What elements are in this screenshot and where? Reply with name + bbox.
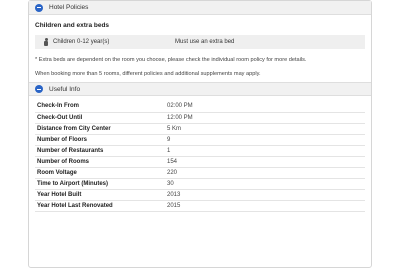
info-row: Check-In From 02:00 PM (35, 101, 365, 113)
info-label: Check-In From (35, 101, 167, 113)
hotel-policies-header[interactable]: Hotel Policies (29, 1, 371, 15)
info-row: Check-Out Until 12:00 PM (35, 112, 365, 124)
info-value: 30 (167, 178, 365, 190)
info-label: Number of Rooms (35, 156, 167, 168)
info-value: 1 (167, 145, 365, 157)
info-label: Check-Out Until (35, 112, 167, 124)
multi-room-note: When booking more than 5 rooms, differen… (35, 71, 261, 77)
minus-circle-icon[interactable] (35, 3, 43, 12)
policies-panel: Hotel Policies Children and extra beds C… (28, 0, 372, 268)
children-policy-row: Children 0-12 year(s) Must use an extra … (35, 35, 365, 49)
info-value: 12:00 PM (167, 112, 365, 124)
children-beds-subheading: Children and extra beds (35, 22, 110, 29)
info-row: Number of Rooms 154 (35, 156, 365, 168)
info-row: Year Hotel Last Renovated 2015 (35, 200, 365, 212)
hotel-policies-title: Hotel Policies (49, 4, 89, 11)
info-label: Time to Airport (Minutes) (35, 178, 167, 190)
children-age-label: Children 0-12 year(s) (53, 39, 110, 45)
info-value: 5 Km (167, 123, 365, 135)
info-row: Time to Airport (Minutes) 30 (35, 178, 365, 190)
info-row: Year Hotel Built 2013 (35, 189, 365, 201)
useful-info-title: Useful Info (49, 85, 81, 93)
info-value: 154 (167, 156, 365, 168)
child-icon (43, 37, 49, 47)
info-value: 02:00 PM (167, 101, 365, 113)
info-label: Year Hotel Built (35, 189, 167, 201)
info-label: Number of Floors (35, 134, 167, 146)
info-label: Number of Restaurants (35, 145, 167, 157)
children-policy-value: Must use an extra bed (175, 39, 235, 45)
info-row: Room Voltage 220 (35, 167, 365, 179)
info-row: Number of Floors 9 (35, 134, 365, 146)
info-label: Room Voltage (35, 167, 167, 179)
info-label: Distance from City Center (35, 123, 167, 135)
info-label: Year Hotel Last Renovated (35, 200, 167, 212)
info-value: 2015 (167, 200, 365, 212)
useful-info-table: Check-In From 02:00 PM Check-Out Until 12:0… (35, 101, 365, 212)
info-row: Distance from City Center 5 Km (35, 123, 365, 135)
info-value: 220 (167, 167, 365, 179)
extra-beds-note: * Extra beds are dependent on the room y… (35, 57, 307, 63)
useful-info-header[interactable]: Useful Info (29, 82, 371, 96)
info-value: 2013 (167, 189, 365, 201)
info-row: Number of Restaurants 1 (35, 145, 365, 157)
minus-circle-icon[interactable] (35, 85, 43, 93)
hotel-policies-section: Children and extra beds Children 0-12 ye… (29, 15, 371, 82)
info-value: 9 (167, 134, 365, 146)
